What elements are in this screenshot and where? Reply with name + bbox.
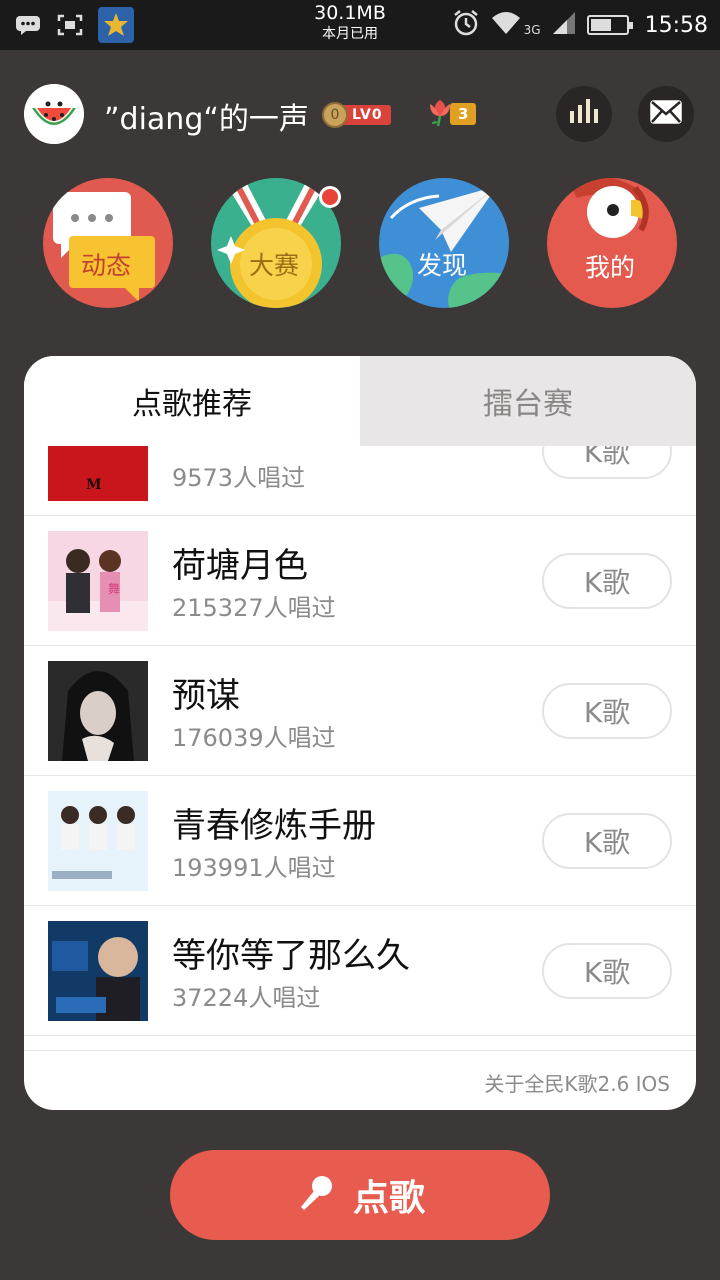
microphone-icon	[295, 1173, 335, 1217]
nav-label-wode: 我的	[585, 253, 636, 282]
tab-bar: 点歌推荐 擂台赛	[24, 356, 696, 446]
avatar[interactable]	[24, 84, 84, 144]
screenshot-icon	[56, 14, 84, 36]
network-type: 3G	[523, 23, 541, 37]
sing-button[interactable]: K歌	[542, 553, 672, 609]
album-cover	[48, 791, 148, 891]
level-label: LV0	[342, 105, 391, 125]
nav-item-dongtai[interactable]: 动态	[43, 178, 173, 308]
song-title: 等你等了那么久	[172, 936, 410, 976]
sing-count: 9573人唱过	[172, 464, 306, 492]
song-title: 青春修炼手册	[172, 806, 376, 846]
flower-badge[interactable]: 3	[424, 96, 477, 132]
parrot-icon	[547, 178, 677, 308]
clock: 15:58	[644, 12, 708, 38]
sing-button[interactable]: K歌	[542, 813, 672, 869]
album-cover: 舞	[48, 531, 148, 631]
mail-button[interactable]	[638, 86, 694, 142]
profile-header: ”diang“的一声 0 LV0 3	[0, 80, 720, 150]
coin-icon: 0	[322, 102, 348, 128]
list-item[interactable]: 预谋 176039人唱过 K歌	[24, 646, 696, 776]
bar-chart-icon	[568, 99, 600, 129]
nav-label-dasai: 大赛	[249, 251, 300, 280]
flower-icon	[424, 96, 456, 132]
sing-count: 215327人唱过	[172, 594, 336, 622]
wifi-icon	[490, 10, 522, 40]
message-icon	[14, 14, 42, 36]
nav-label-dongtai: 动态	[81, 251, 132, 280]
app-icon	[98, 7, 134, 43]
album-cover	[48, 921, 148, 1021]
battery-icon	[586, 15, 633, 35]
list-item[interactable]: 等你等了那么久 37224人唱过 K歌	[24, 906, 696, 1036]
order-song-label: 点歌	[352, 1178, 425, 1219]
nav-item-dasai[interactable]: 大赛	[211, 178, 341, 308]
username[interactable]: ”diang“的一声	[104, 94, 309, 138]
song-title: 预谋	[172, 676, 240, 716]
ranking-button[interactable]	[556, 86, 612, 142]
paper-plane-icon	[379, 178, 509, 308]
nav-item-wode[interactable]: 我的	[547, 178, 677, 308]
song-card: 点歌推荐 擂台赛 M 9573人唱过 K歌 舞 荷塘月色 215327人唱过 K…	[24, 356, 696, 1110]
sing-button[interactable]: K歌	[542, 446, 672, 479]
alarm-icon	[452, 9, 480, 41]
album-cover	[48, 661, 148, 761]
sing-count: 176039人唱过	[172, 724, 336, 752]
song-list[interactable]: M 9573人唱过 K歌 舞 荷塘月色 215327人唱过 K歌 预谋 1760…	[24, 446, 696, 1051]
list-item[interactable]: M 9573人唱过 K歌	[24, 446, 696, 516]
sing-count: 193991人唱过	[172, 854, 336, 882]
list-item[interactable]: 舞 荷塘月色 215327人唱过 K歌	[24, 516, 696, 646]
nav-item-faxian[interactable]: 发现	[379, 178, 509, 308]
album-cover: M	[48, 446, 148, 501]
divider	[24, 1050, 696, 1051]
main-nav: 动态 大赛 发现 我的	[0, 178, 720, 313]
level-badge[interactable]: 0 LV0	[322, 102, 391, 128]
about-note[interactable]: 关于全民K歌2.6 IOS	[484, 1068, 670, 1097]
song-title: 荷塘月色	[172, 546, 308, 586]
data-usage: 30.1MB 本月已用	[314, 2, 386, 42]
tab-arena[interactable]: 擂台赛	[360, 356, 696, 446]
tab-recommend[interactable]: 点歌推荐	[24, 356, 360, 446]
order-song-button[interactable]: 点歌	[170, 1150, 550, 1240]
sing-button[interactable]: K歌	[542, 683, 672, 739]
sing-button[interactable]: K歌	[542, 943, 672, 999]
notification-dot	[319, 186, 341, 208]
status-bar: 30.1MB 本月已用 3G 15:58	[0, 0, 720, 50]
mail-icon	[650, 100, 682, 128]
chat-bubble-icon	[43, 178, 173, 308]
signal-icon	[551, 10, 577, 40]
list-item[interactable]	[24, 1036, 696, 1051]
svg-text:M: M	[86, 477, 102, 493]
sing-count: 37224人唱过	[172, 984, 321, 1012]
nav-label-faxian: 发现	[417, 251, 468, 280]
list-item[interactable]: 青春修炼手册 193991人唱过 K歌	[24, 776, 696, 906]
svg-text:舞: 舞	[108, 582, 120, 596]
